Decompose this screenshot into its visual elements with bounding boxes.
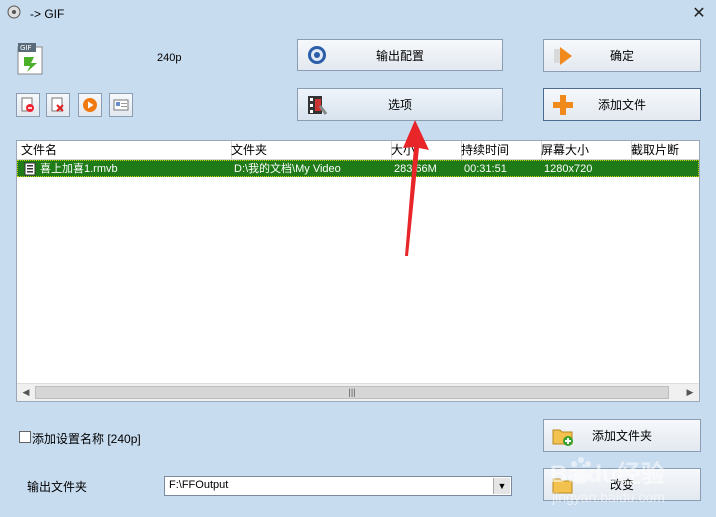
add-file-button[interactable]: 添加文件 (543, 88, 701, 121)
media-info-button[interactable] (109, 93, 133, 117)
folder-add-icon (552, 429, 573, 446)
window-title: -> GIF (30, 7, 65, 21)
ok-button[interactable]: 确定 (543, 39, 701, 72)
gif-format-icon: GIF (17, 43, 43, 75)
watermark-brand: Baidu经验 (550, 460, 665, 488)
svg-text:GIF: GIF (20, 44, 32, 52)
add-preset-checkbox[interactable] (19, 431, 31, 443)
cell-duration: 00:31:51 (464, 163, 507, 175)
options-label: 选项 (387, 98, 412, 112)
options-button[interactable]: 选项 (297, 88, 503, 121)
column-header-duration[interactable]: 持续时间 (457, 141, 542, 159)
play-icon (83, 98, 97, 112)
plus-icon (553, 94, 573, 115)
red-arrow-annotation-icon (403, 120, 429, 256)
video-file-icon (24, 162, 36, 176)
watermark-url: jingyan.baidu.com (551, 489, 665, 505)
output-config-button[interactable]: 输出配置 (297, 39, 503, 71)
preset-label: 240p (157, 52, 182, 64)
remove-file-button[interactable] (16, 93, 40, 117)
film-options-icon (308, 95, 328, 115)
column-header-resolution[interactable]: 屏幕大小 (537, 141, 632, 159)
horizontal-scrollbar[interactable]: ◀ ||| ▶ (17, 383, 699, 401)
info-card-icon (113, 99, 129, 111)
column-header-name[interactable]: 文件名 (17, 141, 232, 159)
file-list-table[interactable]: 文件名 文件夹 大小 持续时间 屏幕大小 截取片断 喜上加喜1.rmvb D:\… (16, 140, 700, 402)
arrow-right-icon (554, 46, 572, 65)
chevron-down-icon[interactable]: ▼ (493, 478, 510, 494)
title-bar: -> GIF ✕ (0, 0, 716, 28)
add-preset-label: 添加设置名称 [240p] (32, 432, 141, 446)
column-header-clip[interactable]: 截取片断 (627, 141, 699, 159)
file-remove-icon (21, 97, 34, 112)
cell-resolution: 1280x720 (544, 163, 593, 175)
add-folder-button[interactable]: 添加文件夹 (543, 419, 701, 452)
gear-icon (308, 46, 326, 64)
close-button[interactable]: ✕ (690, 5, 708, 23)
table-header: 文件名 文件夹 大小 持续时间 屏幕大小 截取片断 (17, 141, 699, 160)
output-config-label: 输出配置 (375, 48, 424, 63)
play-button[interactable] (78, 93, 102, 117)
output-folder-select[interactable]: F:\FFOutput ▼ (164, 476, 512, 496)
output-folder-value: F:\FFOutput (169, 479, 229, 491)
scroll-left-arrow-icon[interactable]: ◀ (19, 386, 33, 399)
scrollbar-thumb[interactable]: ||| (35, 386, 669, 399)
cell-name: 喜上加喜1.rmvb (40, 163, 118, 175)
column-header-folder[interactable]: 文件夹 (227, 141, 392, 159)
baidu-watermark-icon: Baidu经验 jingyan.baidu.com (550, 457, 665, 505)
app-icon (7, 5, 21, 19)
file-delete-icon (51, 97, 64, 112)
cell-folder: D:\我的文档\My Video (234, 163, 341, 175)
clear-list-button[interactable] (46, 93, 70, 117)
output-folder-label: 输出文件夹 (27, 480, 88, 494)
table-row[interactable]: 喜上加喜1.rmvb D:\我的文档\My Video 283.66M 00:3… (17, 160, 699, 177)
scroll-right-arrow-icon[interactable]: ▶ (683, 386, 697, 399)
cell-clip (630, 161, 699, 177)
